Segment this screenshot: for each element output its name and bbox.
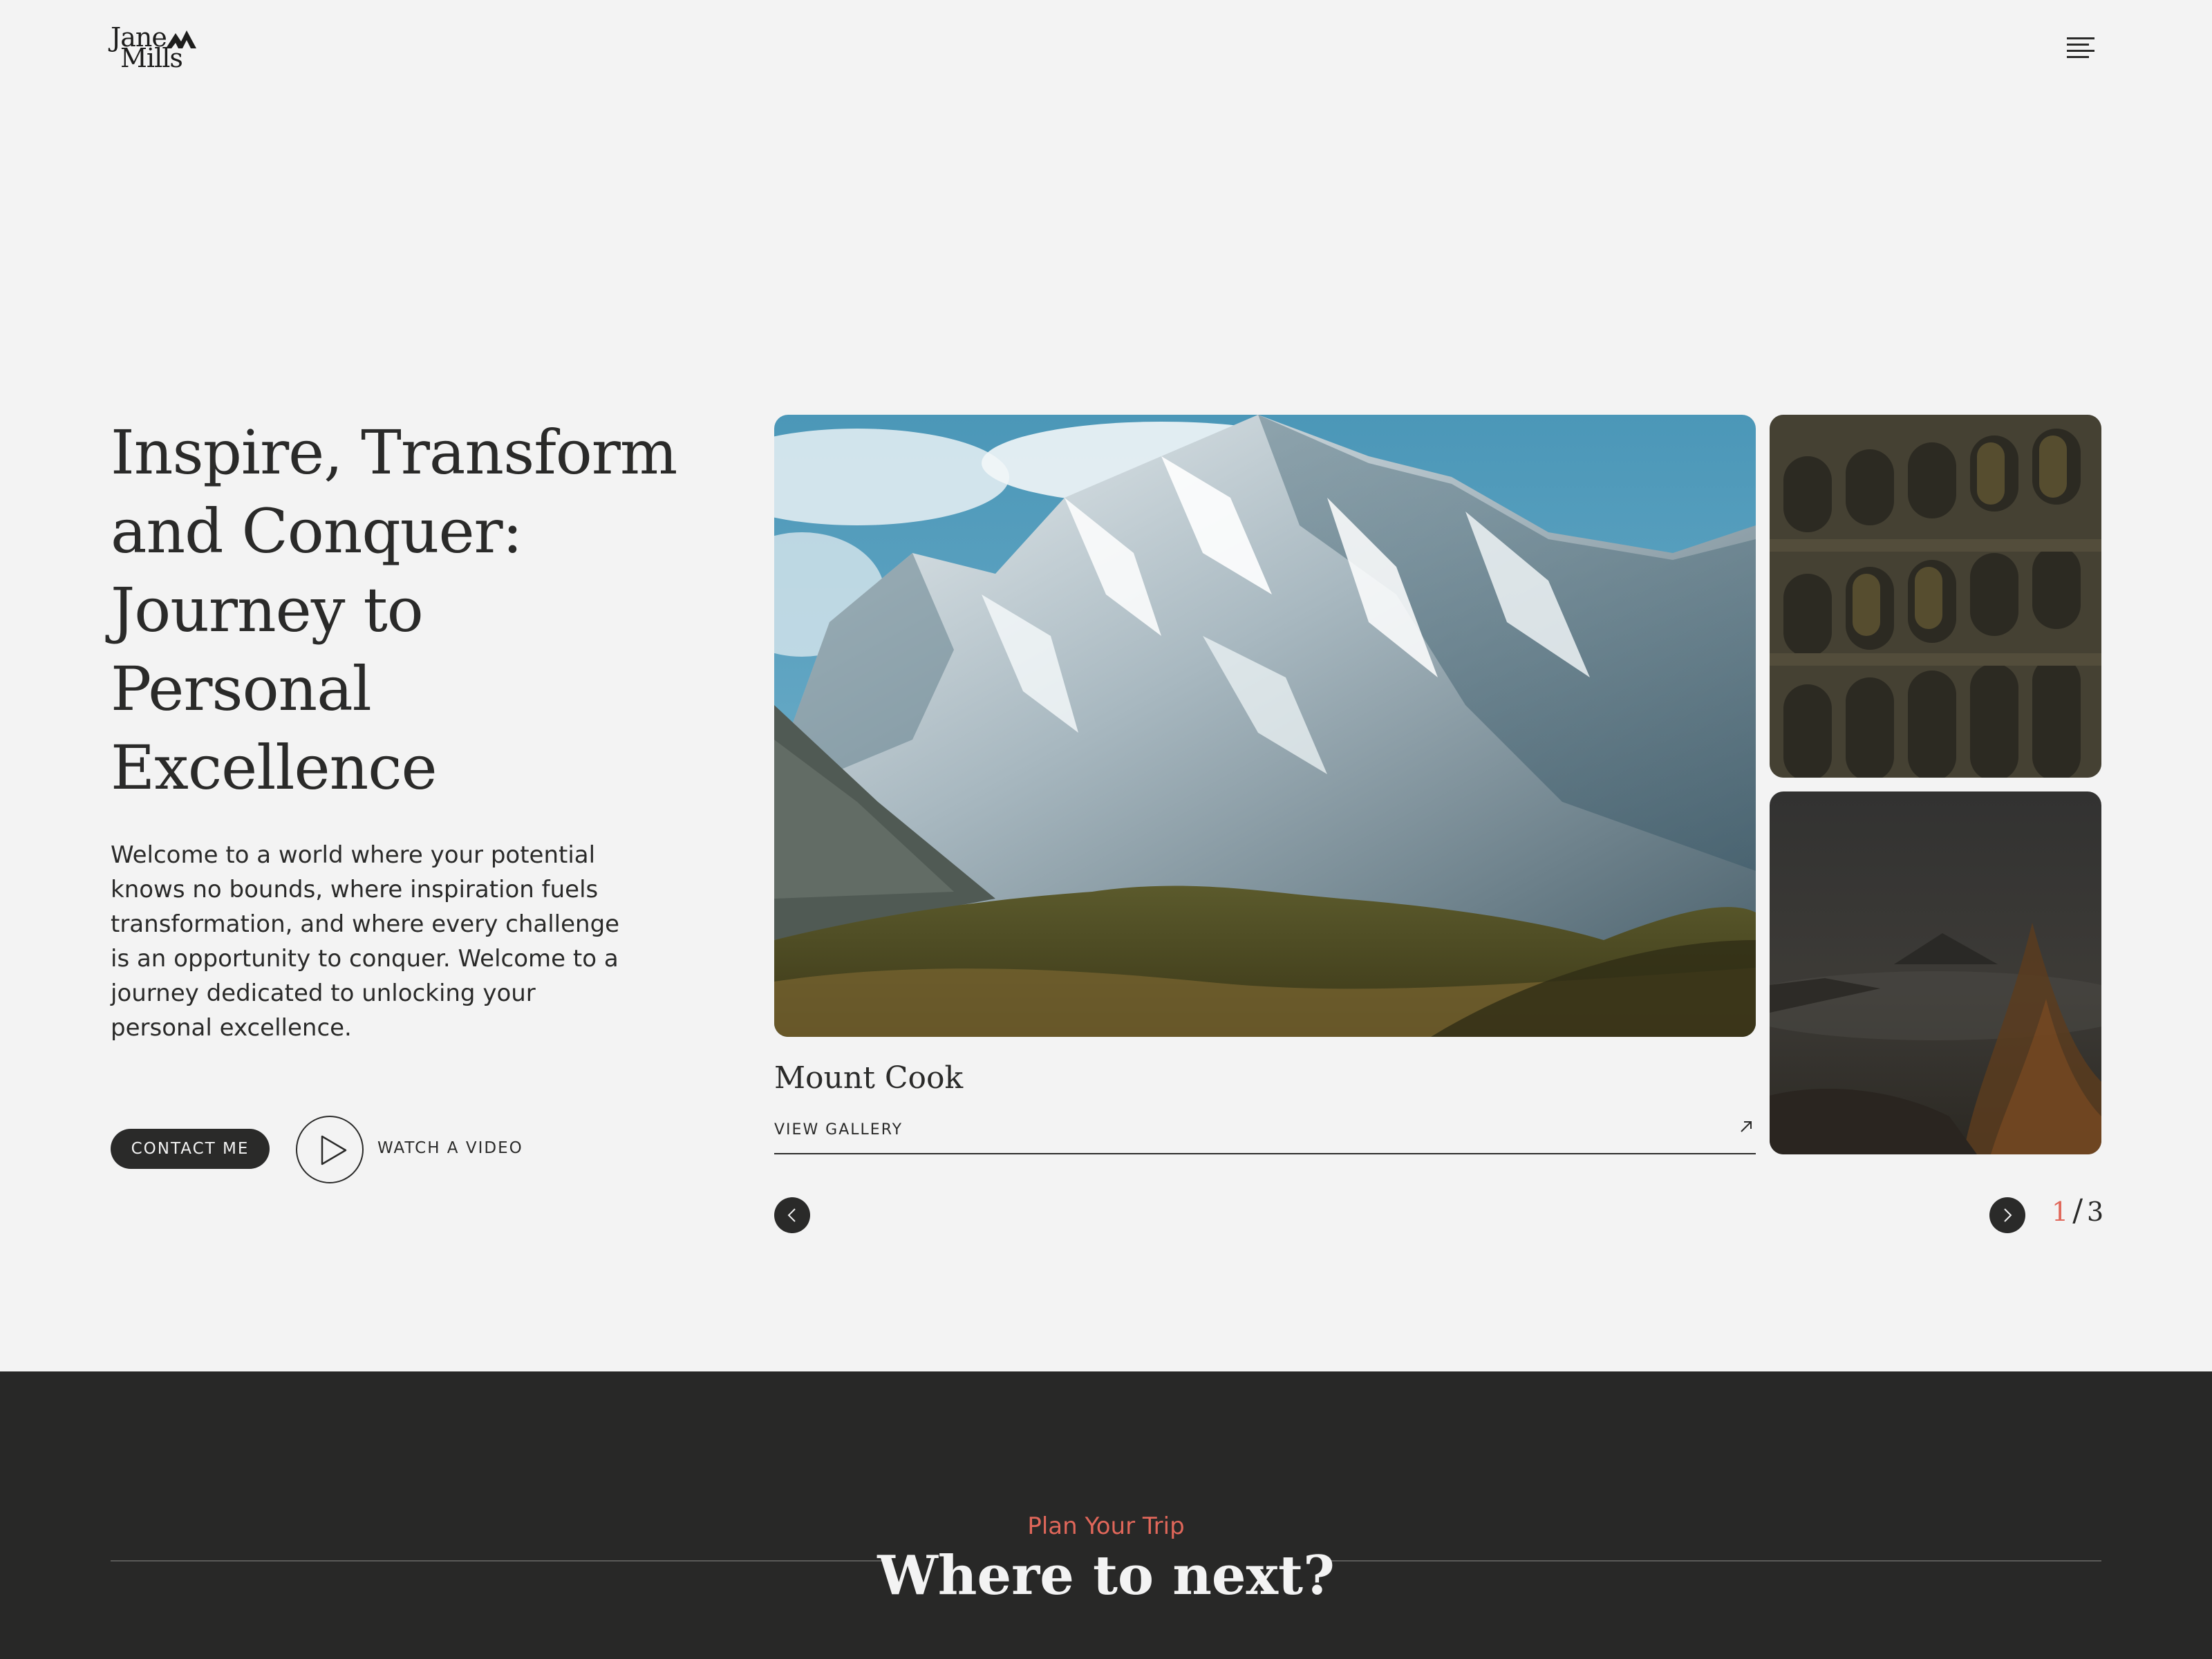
slider-prev-button[interactable] xyxy=(774,1197,810,1233)
section-title: Where to next? xyxy=(877,1544,1335,1607)
view-gallery-link[interactable]: VIEW GALLERY xyxy=(774,1118,1756,1154)
mount-cook-photo[interactable] xyxy=(774,415,1756,1037)
volcano-photo[interactable] xyxy=(1770,791,2101,1154)
colosseum-photo[interactable] xyxy=(1770,415,2101,778)
play-icon xyxy=(321,1135,347,1165)
slide-title: Mount Cook xyxy=(774,1060,964,1096)
hero-title: Inspire, Transform and Conquer: Journey … xyxy=(111,417,677,803)
brand-logo[interactable]: Jane Mills xyxy=(111,24,196,73)
page: Jane Mills Inspire, Transform and Conque… xyxy=(0,0,2212,1659)
view-gallery-label: VIEW GALLERY xyxy=(774,1121,903,1138)
chevron-right-icon xyxy=(2004,1208,2012,1222)
hero-description: Welcome to a world where your potential … xyxy=(111,841,620,1042)
slide-total: 3 xyxy=(2087,1197,2104,1227)
contact-button[interactable]: CONTACT ME xyxy=(111,1129,270,1169)
slider-next-button[interactable] xyxy=(1989,1197,2025,1233)
watch-video-link[interactable]: WATCH A VIDEO xyxy=(377,1139,523,1157)
chevron-left-icon xyxy=(787,1208,796,1222)
slide-counter: 1/3 xyxy=(2052,1193,2103,1228)
section-eyebrow: Plan Your Trip xyxy=(1027,1512,1185,1540)
slide-current: 1 xyxy=(2052,1197,2069,1227)
play-video-button[interactable] xyxy=(296,1116,364,1183)
slide-separator: / xyxy=(2072,1193,2083,1228)
arrow-up-right-icon xyxy=(1741,1121,1752,1132)
menu-icon[interactable] xyxy=(2067,35,2097,61)
mountain-logo-icon xyxy=(166,30,196,48)
